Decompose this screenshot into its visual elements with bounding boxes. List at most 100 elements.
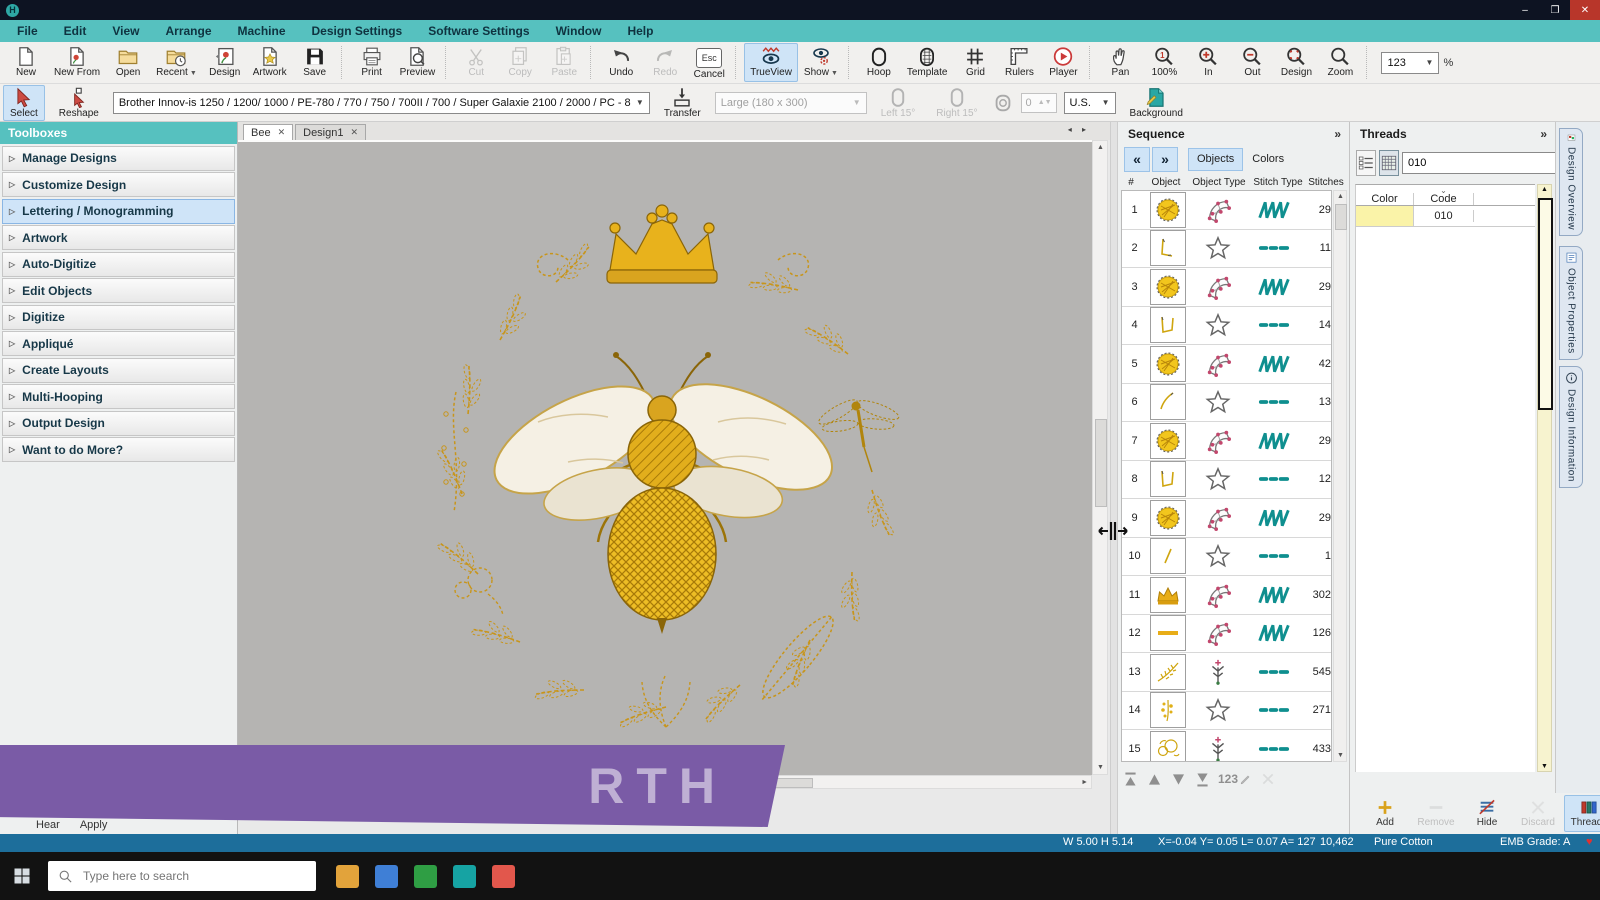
artwork-button[interactable]: Artwork (247, 43, 293, 82)
sequence-row[interactable]: 729 (1122, 422, 1331, 461)
thread-grid-view-button[interactable] (1379, 150, 1399, 176)
docked-tab-design-information[interactable]: Design Information (1559, 366, 1583, 488)
sidebar-item-create-layouts[interactable]: ▷Create Layouts (2, 358, 235, 383)
recent-button[interactable]: Recent▼ (150, 43, 203, 82)
menu-item-help[interactable]: Help (614, 24, 666, 38)
object-thumbnail[interactable] (1150, 692, 1186, 728)
hoop-size-combo[interactable]: Large (180 x 300) ▼ (715, 92, 867, 114)
object-thumbnail[interactable] (1150, 461, 1186, 497)
sidebar-item-want-to-do-more[interactable]: ▷Want to do More? (2, 437, 235, 462)
preview-button[interactable]: Preview (394, 43, 442, 82)
document-tab-design1[interactable]: Design1✕ (295, 124, 366, 140)
object-thumbnail[interactable] (1150, 615, 1186, 651)
machine-select-combo[interactable]: Brother Innov-is 1250 / 1200/ 1000 / PE-… (113, 92, 650, 114)
object-thumbnail[interactable] (1150, 500, 1186, 536)
save-button[interactable]: Save (293, 43, 337, 82)
canvas-vertical-scrollbar[interactable]: ▲ ▼ (1092, 140, 1108, 775)
object-thumbnail[interactable] (1150, 731, 1186, 762)
cut-button[interactable]: Cut (454, 43, 498, 82)
player-button[interactable]: Player (1041, 43, 1085, 82)
sequence-row[interactable]: 14271 (1122, 692, 1331, 731)
tab-objects[interactable]: Objects (1188, 148, 1243, 171)
design-button[interactable]: Design (203, 43, 247, 82)
taskbar-search[interactable] (48, 861, 316, 891)
zoom-level-combo[interactable]: 123▼ (1381, 52, 1439, 74)
reshape-tool-button[interactable]: Reshape (52, 85, 106, 121)
object-thumbnail[interactable] (1150, 269, 1186, 305)
object-thumbnail[interactable] (1150, 307, 1186, 343)
sidebar-item-output-design[interactable]: ▷Output Design (2, 411, 235, 436)
cancel-button[interactable]: EscCancel (687, 43, 731, 82)
show-button[interactable]: Show▼ (798, 43, 844, 82)
tab-colors[interactable]: Colors (1243, 148, 1293, 171)
copy-button[interactable]: Copy (498, 43, 542, 82)
menu-item-view[interactable]: View (99, 24, 152, 38)
pan-button[interactable]: Pan (1098, 43, 1142, 82)
thread-list-view-button[interactable] (1356, 150, 1376, 176)
taskbar-app-3[interactable] (414, 865, 437, 888)
panel-splitter[interactable] (1110, 122, 1118, 834)
menu-item-window[interactable]: Window (543, 24, 615, 38)
threads-scrollbar[interactable]: ▲ ▼ (1537, 184, 1552, 772)
move-to-start-button[interactable] (1122, 771, 1139, 788)
document-tab-bee[interactable]: Bee✕ (243, 124, 293, 140)
menu-item-software-settings[interactable]: Software Settings (415, 24, 542, 38)
object-thumbnail[interactable] (1150, 384, 1186, 420)
taskbar-app-2[interactable] (375, 865, 398, 888)
close-button[interactable]: ✕ (1570, 0, 1600, 20)
collapse-panel-icon[interactable]: » (1334, 127, 1341, 141)
in-button[interactable]: In (1186, 43, 1230, 82)
thread-row[interactable]: 010 (1356, 206, 1535, 227)
hoop-button[interactable]: Hoop (857, 43, 901, 82)
grid-button[interactable]: Grid (953, 43, 997, 82)
docked-tab-design-overview[interactable]: Design Overview (1559, 128, 1583, 236)
sequence-row[interactable]: 929 (1122, 499, 1331, 538)
transfer-button[interactable]: Transfer (657, 85, 708, 121)
sidebar-item-appliqu[interactable]: ▷Appliqué (2, 331, 235, 356)
sidebar-item-lettering-monogramming[interactable]: ▷Lettering / Monogramming (2, 199, 235, 224)
sequence-row[interactable]: 13545 (1122, 653, 1331, 692)
sequence-row[interactable]: 211 (1122, 230, 1331, 269)
sidebar-item-manage-designs[interactable]: ▷Manage Designs (2, 146, 235, 171)
close-icon[interactable]: ✕ (350, 127, 358, 138)
color-column-header[interactable]: Color (1356, 193, 1414, 205)
move-to-end-button[interactable] (1194, 771, 1211, 788)
code-column-header[interactable]: ⌄ Code (1414, 193, 1474, 205)
design-canvas[interactable] (238, 140, 1092, 775)
remnant-label-2[interactable]: Apply (80, 819, 108, 831)
design-button[interactable]: Design (1274, 43, 1318, 82)
units-combo[interactable]: U.S. ▼ (1064, 92, 1116, 114)
taskbar-app-4[interactable] (453, 865, 476, 888)
sidebar-item-multi-hooping[interactable]: ▷Multi-Hooping (2, 384, 235, 409)
move-up-button[interactable] (1146, 771, 1163, 788)
menu-item-design-settings[interactable]: Design Settings (299, 24, 416, 38)
hide-button[interactable]: Hide (1462, 795, 1512, 832)
menu-item-arrange[interactable]: Arrange (152, 24, 224, 38)
sequence-row[interactable]: 12126 (1122, 615, 1331, 654)
sequence-row[interactable]: 812 (1122, 461, 1331, 500)
sequence-row[interactable]: 101 (1122, 538, 1331, 577)
menu-item-edit[interactable]: Edit (51, 24, 100, 38)
minimize-button[interactable]: – (1510, 0, 1540, 20)
undo-button[interactable]: Undo (599, 43, 643, 82)
100-button[interactable]: 100% (1142, 43, 1186, 82)
sequence-row[interactable]: 542 (1122, 345, 1331, 384)
sequence-scrollbar[interactable]: ▲ ▼ (1333, 190, 1347, 762)
taskbar-app-5[interactable] (492, 865, 515, 888)
new-from-button[interactable]: New From (48, 43, 106, 82)
search-input[interactable] (81, 868, 285, 884)
scroll-up-icon[interactable]: ▲ (1541, 186, 1548, 193)
object-thumbnail[interactable] (1150, 346, 1186, 382)
sequence-row[interactable]: 15433 (1122, 730, 1331, 762)
object-thumbnail[interactable] (1150, 577, 1186, 613)
add-button[interactable]: Add (1360, 795, 1410, 832)
scroll-right-icon[interactable]: ► (1081, 779, 1088, 786)
rotate-hoop-right-button[interactable]: Right 15° (929, 85, 984, 121)
template-button[interactable]: Template (901, 43, 954, 82)
scroll-down-icon[interactable]: ▼ (1337, 752, 1344, 759)
object-thumbnail[interactable] (1150, 192, 1186, 228)
thread-search-input[interactable] (1402, 152, 1556, 174)
close-icon[interactable]: ✕ (278, 127, 286, 138)
sidebar-item-artwork[interactable]: ▷Artwork (2, 225, 235, 250)
out-button[interactable]: Out (1230, 43, 1274, 82)
